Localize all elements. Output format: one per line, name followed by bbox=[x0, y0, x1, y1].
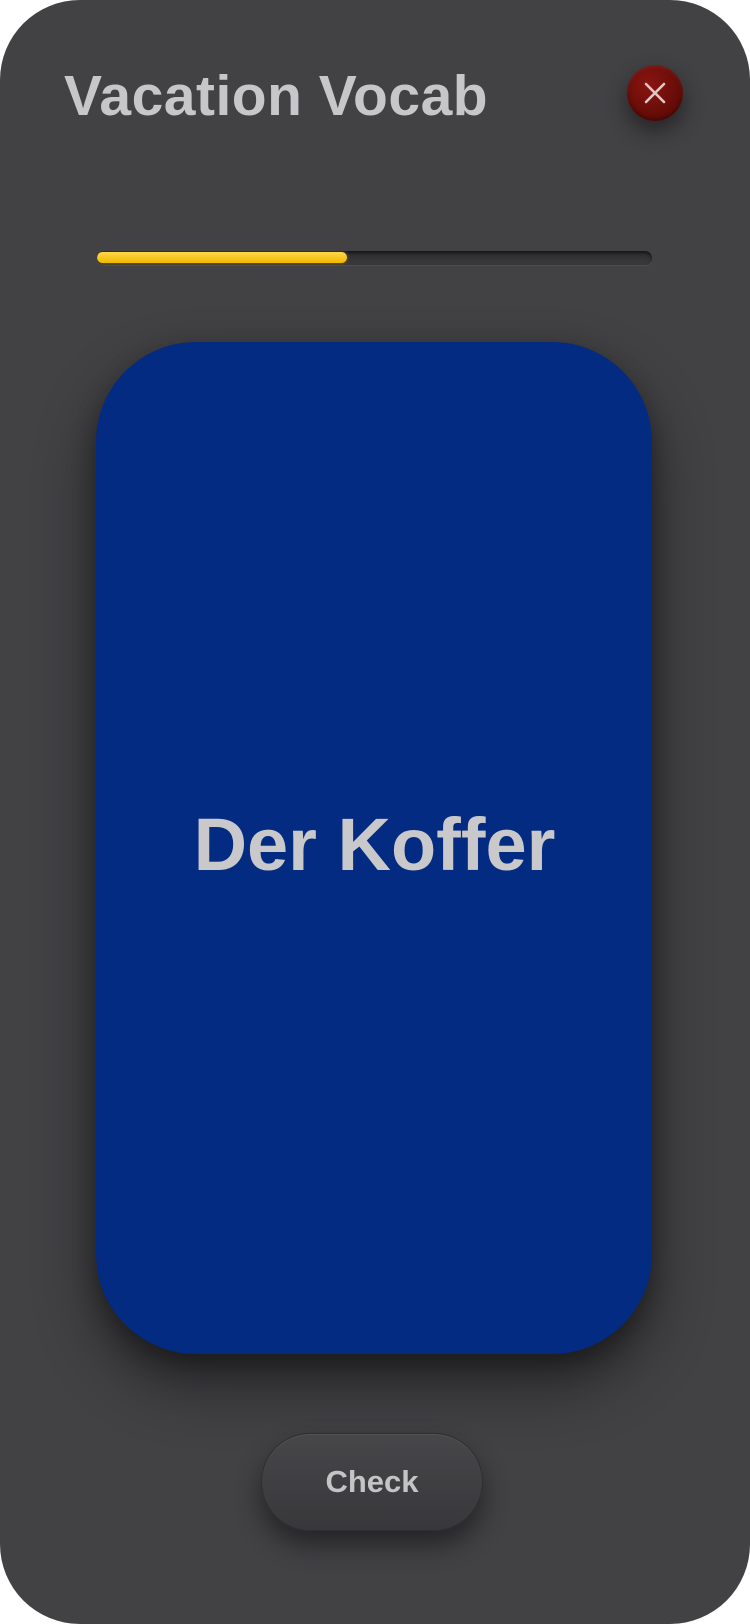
flashcard-content: Der Koffer bbox=[0, 800, 750, 890]
app-screen: Vacation Vocab Der Koffer Check bbox=[0, 0, 750, 1624]
page-title: Vacation Vocab bbox=[64, 64, 489, 128]
close-button[interactable] bbox=[627, 65, 683, 121]
check-button[interactable]: Check bbox=[261, 1433, 483, 1531]
progress-bar bbox=[97, 251, 652, 265]
progress-bar-fill bbox=[97, 252, 347, 263]
close-icon bbox=[644, 82, 666, 104]
flashcard-word: Der Koffer bbox=[193, 803, 556, 886]
